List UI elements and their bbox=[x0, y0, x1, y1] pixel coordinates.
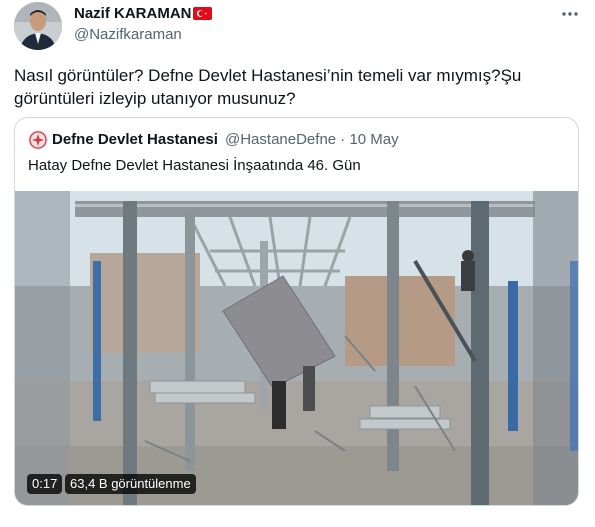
quoted-tweet[interactable]: Defne Devlet Hastanesi @HastaneDefne · 1… bbox=[14, 117, 579, 506]
quoted-author-name[interactable]: Defne Devlet Hastanesi bbox=[52, 131, 218, 148]
tweet-card: Nazif KARAMAN @Nazifkaraman Nasıl görünt… bbox=[0, 0, 595, 527]
author-avatar[interactable] bbox=[14, 2, 62, 50]
video-frame bbox=[15, 191, 578, 505]
author-handle[interactable]: @Nazifkaraman bbox=[74, 26, 182, 43]
author-name[interactable]: Nazif KARAMAN bbox=[74, 5, 192, 22]
quoted-author-handle[interactable]: @HastaneDefne · 10 May bbox=[225, 131, 399, 148]
more-horizontal-icon[interactable] bbox=[560, 2, 580, 22]
turkey-flag-icon bbox=[193, 7, 212, 20]
tweet-text: Nasıl görüntüler? Defne Devlet Hastanesi… bbox=[14, 66, 522, 108]
quoted-tweet-text: Hatay Defne Devlet Hastanesi İnşaatında … bbox=[28, 157, 361, 174]
video-player[interactable]: 0:17 63,4 B görüntülenme bbox=[15, 191, 578, 505]
video-duration: 0:17 bbox=[27, 474, 63, 494]
quoted-avatar bbox=[28, 130, 48, 150]
video-view-count: 63,4 B görüntülenme bbox=[65, 474, 196, 494]
